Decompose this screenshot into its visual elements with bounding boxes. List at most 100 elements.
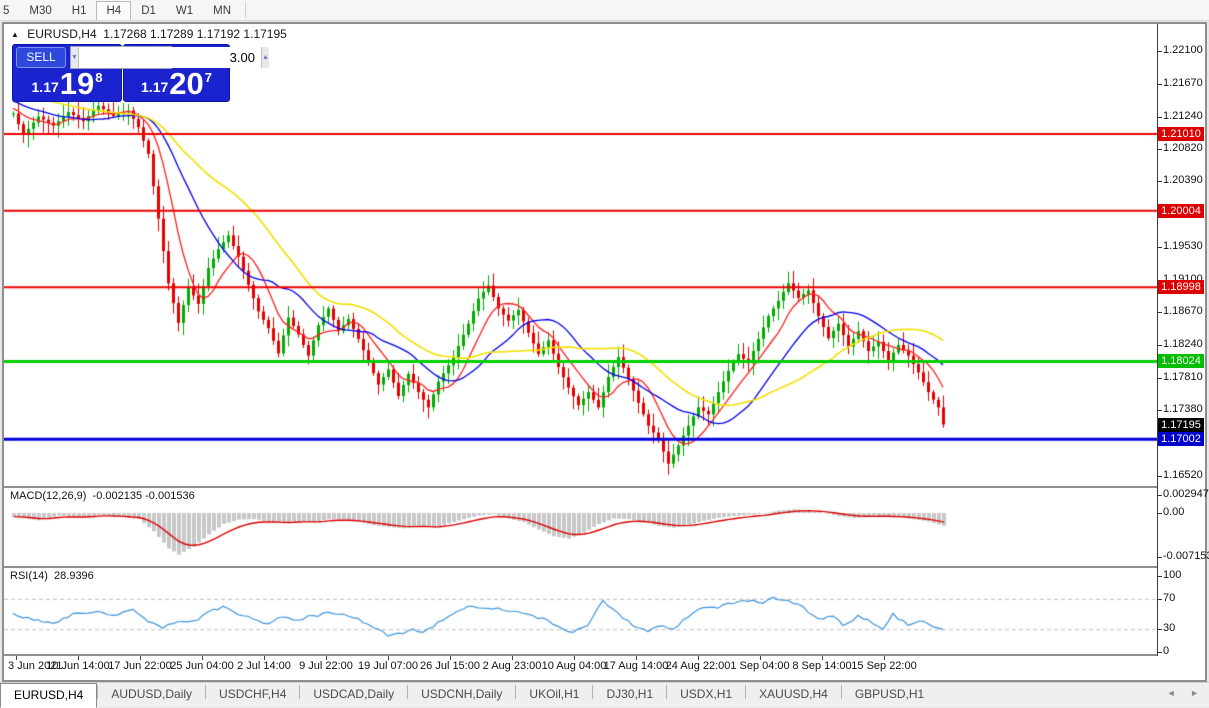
axis-tick-mark — [1158, 652, 1162, 653]
axis-tick-mark — [1158, 344, 1162, 346]
time-axis-label: 15 Sep 22:00 — [851, 660, 917, 672]
ask-price-prefix: 1.17 — [141, 79, 169, 95]
rsi-scale-label: 70 — [1163, 591, 1176, 604]
timeframe-toolbar: 5 M30 H1 H4 D1 W1 MN — [0, 0, 1209, 21]
price-tick-label: 1.17810 — [1163, 370, 1203, 383]
bid-price-sup: 8 — [95, 70, 103, 85]
timeframe-button-m30[interactable]: M30 — [19, 1, 61, 20]
axis-tick-mark — [1158, 513, 1162, 514]
price-tick-label: 1.18670 — [1163, 305, 1203, 318]
time-axis-label: 10 Jun 14:00 — [46, 660, 110, 672]
time-axis-label: 10 Aug 04:00 — [541, 660, 607, 672]
rsi-scale-label: 100 — [1163, 569, 1182, 581]
bid-price-big: 19 — [59, 66, 95, 101]
time-axis-label: 2 Jul 14:00 — [237, 660, 291, 672]
chart-tab-usdcad[interactable]: USDCAD,Daily — [300, 684, 407, 705]
chart-window: ▲ EURUSD,H4 1.17268 1.17289 1.17192 1.17… — [2, 22, 1209, 682]
axis-tick-mark — [1158, 312, 1162, 314]
axis-tick-mark — [1158, 410, 1162, 412]
timeframe-button-h1[interactable]: H1 — [62, 1, 97, 20]
price-level-badge: 1.17002 — [1158, 432, 1204, 447]
chart-tab-xauusd[interactable]: XAUUSD,H4 — [746, 684, 841, 705]
time-axis-label: 17 Aug 14:00 — [603, 660, 669, 672]
ask-price-big: 20 — [169, 66, 204, 101]
price-level-badge: 1.18998 — [1158, 280, 1204, 295]
macd-indicator-label: MACD(12,26,9) -0.002135 -0.001536 — [10, 490, 195, 502]
one-click-trade-panel: 1.17 19 8 1.17 20 7 SELL BUY ▼ ▲ — [12, 44, 269, 102]
chart-tab-usdchf[interactable]: USDCHF,H4 — [206, 684, 299, 705]
toolbar-separator — [245, 1, 247, 18]
bid-price-prefix: 1.17 — [31, 79, 59, 95]
price-axis[interactable]: 1.221001.216701.212401.208201.203901.199… — [1158, 24, 1209, 676]
axis-tick-mark — [1158, 116, 1162, 118]
sell-button[interactable]: SELL — [16, 47, 66, 68]
price-level-badge: 1.17195 — [1158, 417, 1204, 432]
chart-tab-usdx[interactable]: USDX,H1 — [667, 684, 745, 705]
volume-input[interactable] — [78, 47, 261, 68]
chart-symbol: EURUSD,H4 — [27, 27, 97, 41]
axis-tick-mark — [1158, 475, 1162, 477]
timeframe-button-5[interactable]: 5 — [0, 1, 19, 20]
axis-tick-mark — [1158, 576, 1162, 577]
ask-price: 1.17 20 7 — [124, 66, 229, 101]
time-axis-label: 8 Sep 14:00 — [792, 660, 852, 672]
macd-scale-label: 0.00 — [1163, 506, 1185, 518]
price-tick-label: 1.17380 — [1163, 403, 1203, 416]
time-axis-label: 17 Jun 22:00 — [108, 660, 172, 672]
timeframe-button-h4[interactable]: H4 — [96, 1, 132, 20]
time-axis-label: 9 Jul 22:00 — [299, 660, 353, 672]
tab-scroll-arrows[interactable]: ◄ ► — [1167, 688, 1205, 698]
price-tick-label: 1.20390 — [1163, 174, 1203, 187]
timeframe-button-mn[interactable]: MN — [203, 1, 241, 20]
axis-tick-mark — [1158, 181, 1162, 183]
ask-price-sup: 7 — [204, 70, 212, 85]
price-tick-label: 1.20820 — [1163, 141, 1203, 154]
pane-separator[interactable] — [4, 486, 1201, 489]
price-tick-label: 1.22100 — [1163, 44, 1203, 57]
chart-title: ▲ EURUSD,H4 1.17268 1.17289 1.17192 1.17… — [11, 27, 287, 41]
chart-tab-usdcnh[interactable]: USDCNH,Daily — [408, 684, 515, 705]
axis-tick-mark — [1158, 83, 1162, 85]
macd-scale-label: 0.002947 — [1163, 487, 1209, 500]
price-tick-label: 1.21240 — [1163, 109, 1203, 122]
axis-tick-mark — [1158, 556, 1162, 558]
chart-tab-dj30[interactable]: DJ30,H1 — [593, 684, 666, 705]
rsi-name: RSI(14) — [10, 570, 48, 582]
pane-separator[interactable] — [4, 566, 1201, 569]
bid-price: 1.17 19 8 — [13, 66, 121, 101]
axis-tick-mark — [1158, 51, 1162, 53]
time-axis-label: 19 Jul 07:00 — [358, 660, 418, 672]
axis-tick-mark — [1158, 377, 1162, 379]
price-chart-canvas[interactable] — [4, 24, 1157, 676]
axis-tick-mark — [1158, 148, 1162, 150]
volume-spinner: ▼ ▲ — [70, 46, 269, 69]
rsi-value: 28.9396 — [54, 570, 94, 582]
price-tick-label: 1.18240 — [1163, 337, 1203, 350]
price-level-badge: 1.18024 — [1158, 354, 1204, 369]
volume-decrease-icon[interactable]: ▼ — [71, 47, 79, 68]
timeframe-button-w1[interactable]: W1 — [166, 1, 203, 20]
axis-tick-mark — [1158, 246, 1162, 248]
chart-tab-audusd[interactable]: AUDUSD,Daily — [98, 684, 205, 705]
timeframe-button-d1[interactable]: D1 — [131, 1, 166, 20]
time-axis-label: 25 Jun 04:00 — [170, 660, 234, 672]
axis-tick-mark — [1158, 629, 1162, 631]
price-tick-label: 1.19530 — [1163, 239, 1203, 252]
chart-tab-gbpusd[interactable]: GBPUSD,H1 — [842, 684, 937, 705]
rsi-scale-label: 30 — [1163, 622, 1176, 635]
macd-scale-label: -0.007153 — [1163, 549, 1209, 562]
price-level-badge: 1.20004 — [1158, 203, 1204, 218]
rsi-indicator-label: RSI(14) 28.9396 — [10, 570, 94, 582]
time-axis[interactable]: 3 Jun 2021 10 Jun 14:00 17 Jun 22:00 25 Jun… — [4, 656, 1201, 676]
chart-tab-bar: EURUSD,H4 AUDUSD,Daily USDCHF,H4 USDCAD,Dai… — [0, 682, 1209, 708]
collapse-triangle-icon[interactable]: ▲ — [11, 30, 19, 39]
macd-name: MACD(12,26,9) — [10, 490, 87, 502]
volume-increase-icon[interactable]: ▲ — [260, 47, 269, 68]
axis-tick-mark — [1158, 494, 1162, 496]
axis-tick-mark — [1158, 598, 1162, 600]
price-level-badge: 1.21010 — [1158, 127, 1204, 142]
time-axis-label: 2 Aug 23:00 — [482, 660, 542, 672]
chart-ohlc-values: 1.17268 1.17289 1.17192 1.17195 — [103, 27, 287, 41]
chart-tab-eurusd[interactable]: EURUSD,H4 — [0, 683, 98, 708]
chart-tab-ukoil[interactable]: UKOil,H1 — [516, 684, 592, 705]
